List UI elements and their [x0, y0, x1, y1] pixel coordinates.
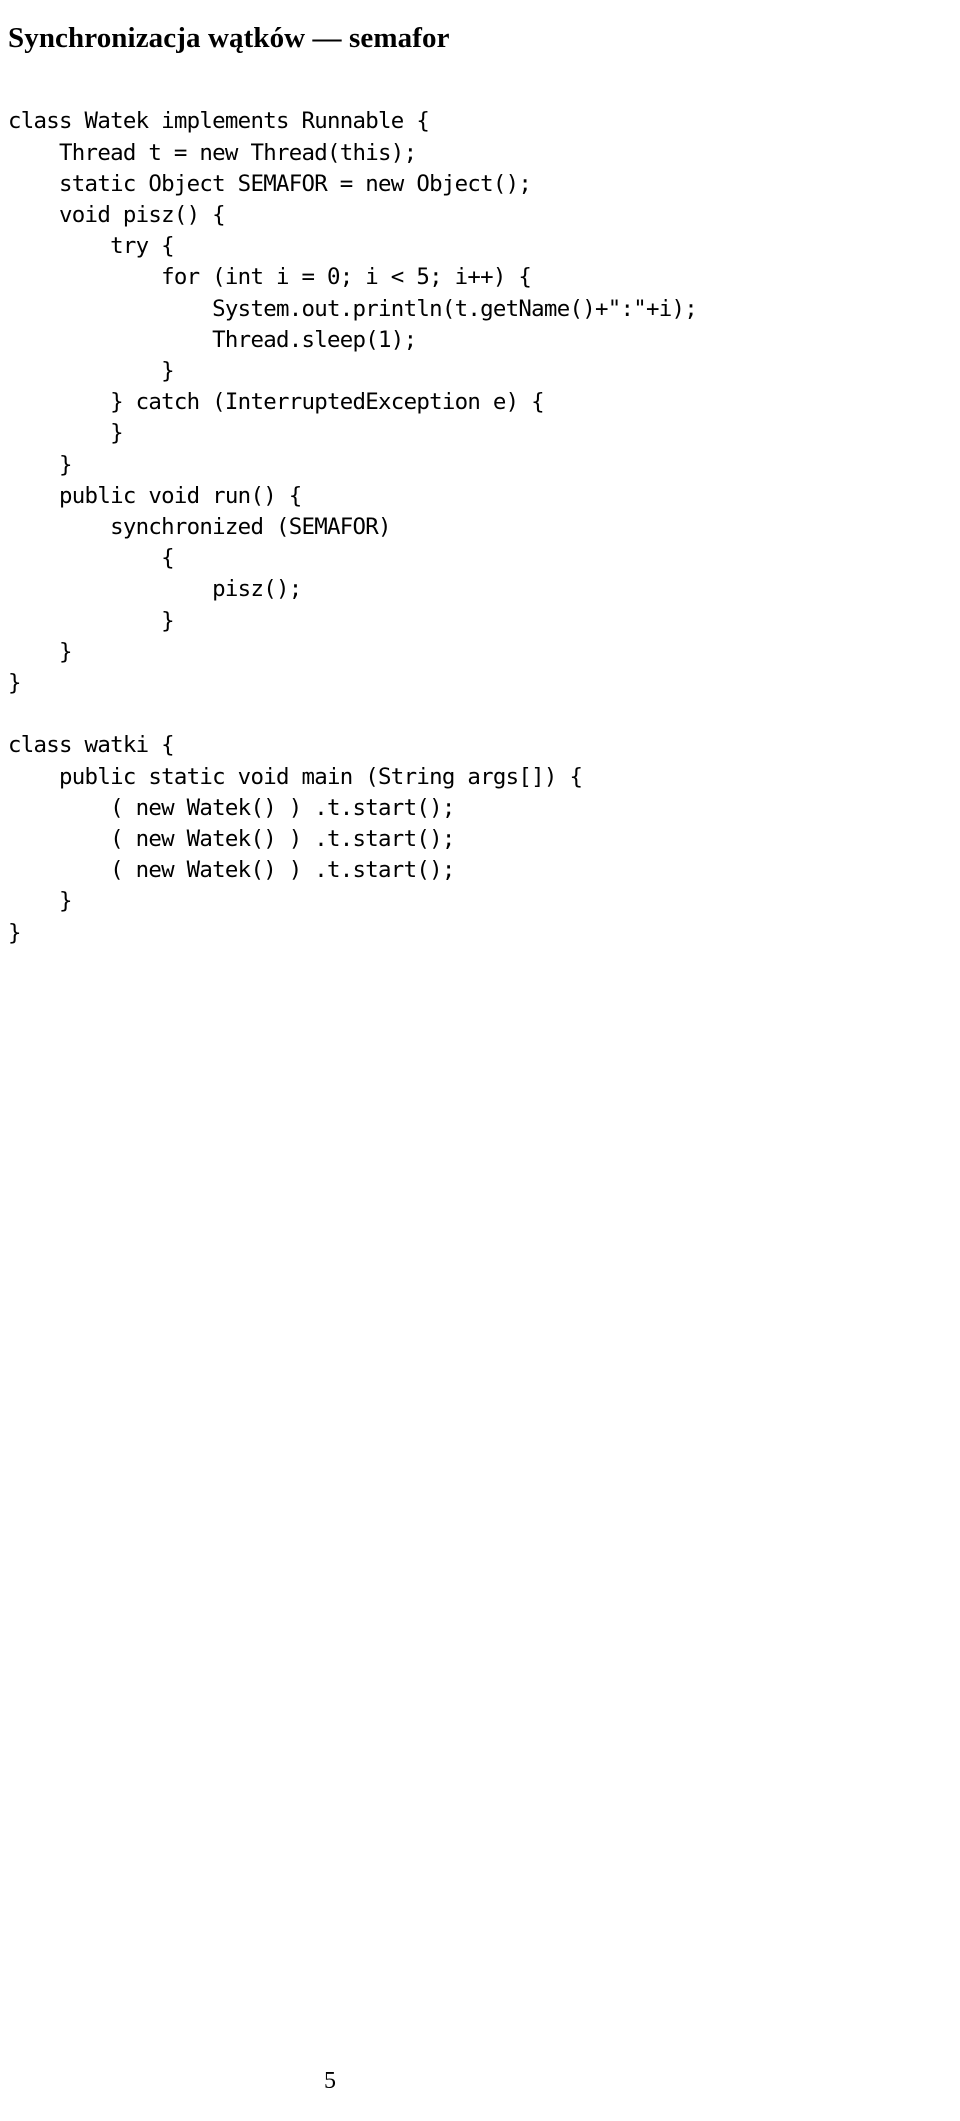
- document-page: Synchronizacja wątków — semafor class Wa…: [0, 0, 960, 2121]
- code-line: }: [8, 420, 123, 447]
- code-line: } catch (InterruptedException e) {: [8, 389, 545, 416]
- code-line: Thread t = new Thread(this);: [8, 139, 417, 166]
- code-line: pisz();: [8, 576, 302, 603]
- code-line: for (int i = 0; i < 5; i++) {: [8, 264, 532, 291]
- page-number: 5: [324, 2068, 336, 2094]
- code-line: ( new Watek() ) .t.start();: [8, 857, 455, 884]
- code-line: Thread.sleep(1);: [8, 326, 417, 353]
- code-line: static Object SEMAFOR = new Object();: [8, 170, 532, 197]
- code-line: }: [8, 358, 175, 385]
- code-line: ( new Watek() ) .t.start();: [8, 826, 455, 853]
- code-line: class Watek implements Runnable {: [8, 108, 430, 135]
- code-line: }: [8, 670, 21, 697]
- code-listing: class Watek implements Runnable { Thread…: [8, 106, 952, 948]
- code-line: System.out.println(t.getName()+":"+i);: [8, 295, 698, 322]
- code-line: synchronized (SEMAFOR): [8, 514, 391, 541]
- code-line: }: [8, 919, 21, 946]
- code-line: }: [8, 638, 72, 665]
- page-title: Synchronizacja wątków — semafor: [8, 22, 450, 55]
- code-line: class watki {: [8, 732, 175, 759]
- code-line: {: [8, 545, 175, 572]
- code-line: ( new Watek() ) .t.start();: [8, 794, 455, 821]
- code-line: }: [8, 888, 72, 915]
- code-line: }: [8, 451, 72, 478]
- code-line: public void run() {: [8, 482, 302, 509]
- code-line: void pisz() {: [8, 202, 226, 228]
- code-line: public static void main (String args[]) …: [8, 763, 583, 790]
- code-line: try {: [8, 233, 175, 260]
- code-line: }: [8, 607, 175, 634]
